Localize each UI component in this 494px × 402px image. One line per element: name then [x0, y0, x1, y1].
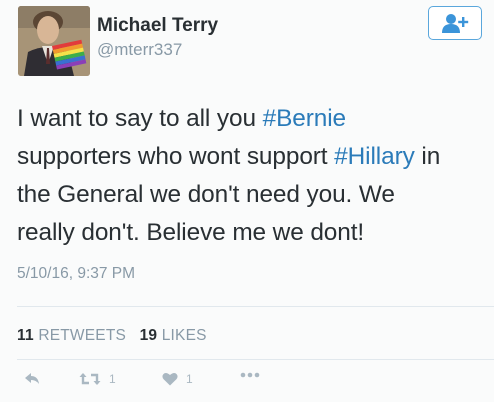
- tweet-card: Michael Terry @mterr337 I want to say to…: [0, 0, 494, 402]
- follow-button[interactable]: [428, 6, 482, 40]
- reply-button[interactable]: [24, 372, 40, 385]
- reply-icon: [25, 373, 39, 384]
- more-button[interactable]: [240, 372, 260, 378]
- hashtag-link[interactable]: #Hillary: [334, 143, 415, 170]
- user-handle[interactable]: @mterr337: [97, 40, 182, 60]
- likes-label[interactable]: LIKES: [162, 327, 207, 344]
- tweet-text-segment: supporters who wont support: [17, 143, 328, 170]
- add-user-icon: [442, 14, 469, 33]
- more-dots-icon: [240, 372, 260, 378]
- tweet-timestamp[interactable]: 5/10/16, 9:37 PM: [17, 265, 135, 283]
- likes-count[interactable]: 19: [140, 327, 158, 344]
- tweet-text-segment: I want to say to all you: [17, 105, 263, 132]
- like-count: 1: [186, 372, 193, 386]
- heart-icon: [162, 373, 178, 386]
- retweet-icon: [79, 373, 101, 385]
- retweet-count: 1: [109, 372, 116, 386]
- tweet-text: I want to say to all you #Bernie support…: [17, 100, 492, 252]
- divider: [17, 359, 494, 360]
- divider: [17, 306, 494, 307]
- avatar-image: [18, 6, 90, 76]
- retweet-button[interactable]: 1: [79, 372, 116, 386]
- engagement-stats: 11 RETWEETS 19 LIKES: [17, 327, 207, 345]
- user-display-name[interactable]: Michael Terry: [97, 15, 218, 37]
- hashtag-link[interactable]: #Bernie: [263, 105, 346, 132]
- retweets-count[interactable]: 11: [17, 327, 34, 344]
- avatar[interactable]: [18, 6, 90, 76]
- like-button[interactable]: 1: [162, 372, 193, 386]
- retweets-label[interactable]: RETWEETS: [38, 327, 126, 344]
